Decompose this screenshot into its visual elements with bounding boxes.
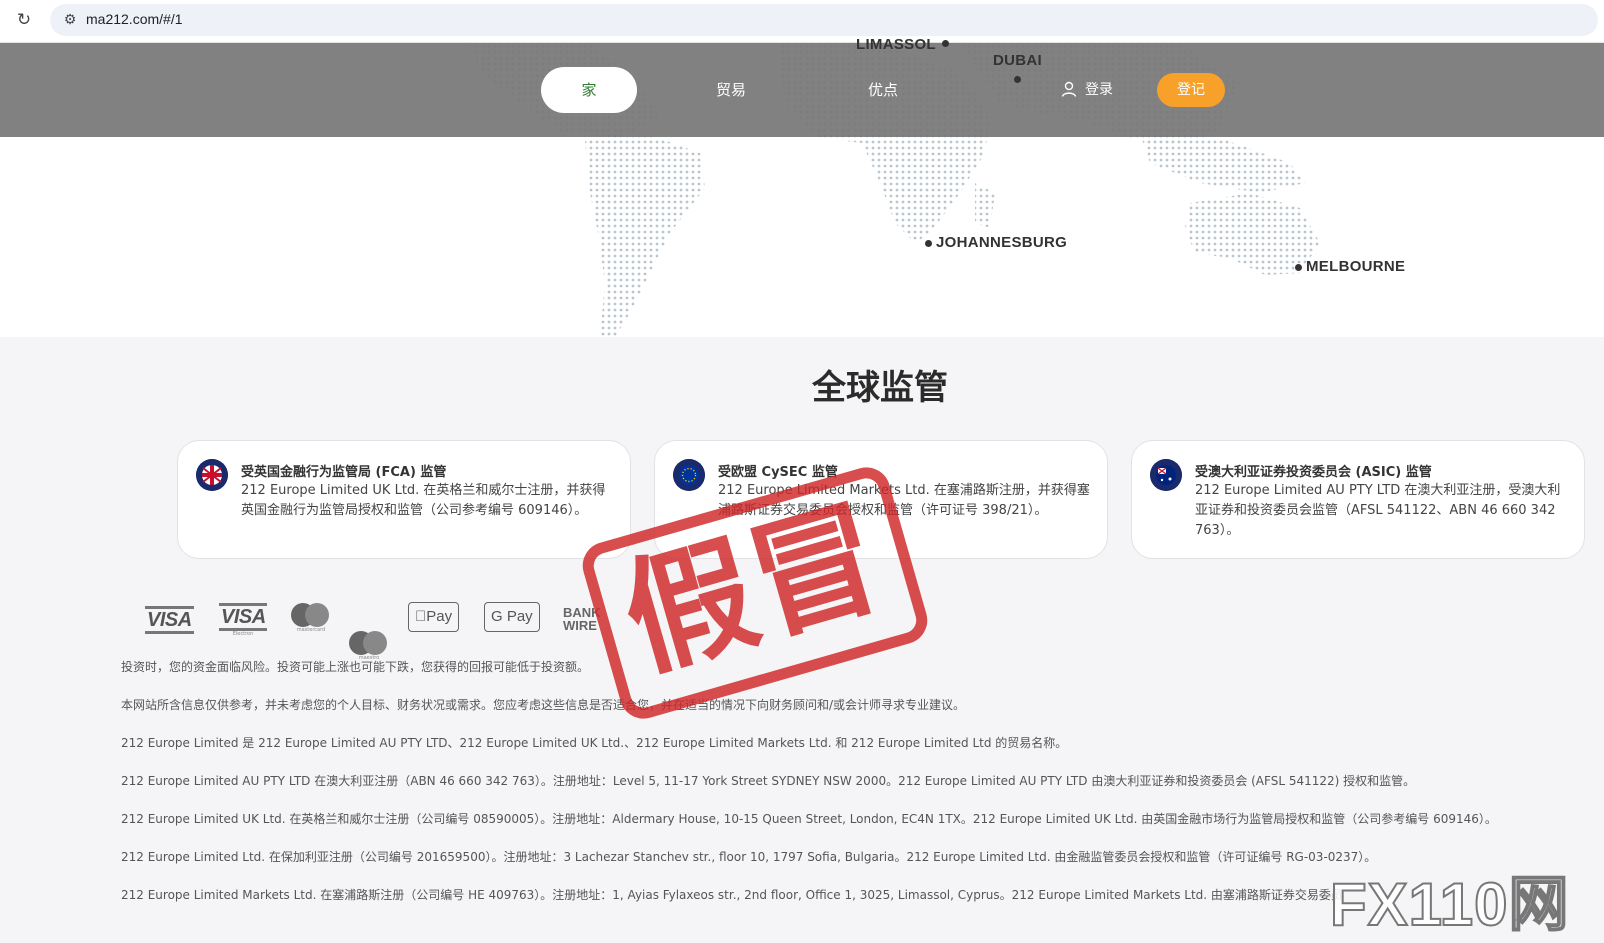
bank-wire-logo: BANK WIRE <box>563 606 601 638</box>
maestro-circle-right <box>363 631 387 655</box>
disclaimer-line: 212 Europe Limited Ltd. 在保加利亚注册（公司编号 201… <box>121 850 1377 864</box>
disclaimer-line: 本网站所含信息仅供参考，并未考虑您的个人目标、财务状况或需求。您应考虑这些信息是… <box>121 698 966 712</box>
au-flag-icon <box>1150 459 1182 491</box>
maestro-logo: maestro <box>349 631 389 661</box>
city-label-johannesburg: JOHANNESBURG <box>936 234 1068 251</box>
visa-electron-logo: VISA Electron <box>219 603 267 637</box>
card-title: 受澳大利亚证券投资委员会 (ASIC) 监管 <box>1195 465 1432 480</box>
regulation-card-asic: 受澳大利亚证券投资委员会 (ASIC) 监管 212 Europe Limite… <box>1131 440 1585 559</box>
login-label: 登录 <box>1085 82 1113 98</box>
browser-toolbar: ↻ ⚙ ma212.com/#/1 <box>0 0 1604 43</box>
regulation-card-fca: 受英国金融行为监管局 (FCA) 监管 212 Europe Limited U… <box>177 440 631 559</box>
apple-pay-logo: Pay <box>408 602 460 632</box>
visa-electron-text: VISA <box>219 603 267 631</box>
city-marker-limassol <box>942 40 949 47</box>
mastercard-logo: mastercard <box>291 603 331 633</box>
fx110-watermark: FX110网 <box>1329 870 1570 939</box>
user-icon <box>1061 81 1077 97</box>
city-label-dubai: DUBAI <box>993 52 1042 69</box>
site-info-icon[interactable]: ⚙ <box>60 10 80 30</box>
bank-wire-line2: WIRE <box>563 618 597 633</box>
city-label-melbourne: MELBOURNE <box>1306 258 1406 275</box>
city-marker-johannesburg <box>925 240 932 247</box>
url-text[interactable]: ma212.com/#/1 <box>86 11 183 27</box>
card-title: 受欧盟 CySEC 监管 <box>718 465 838 480</box>
reload-icon[interactable]: ↻ <box>14 10 34 30</box>
address-bar[interactable]: ⚙ ma212.com/#/1 <box>50 4 1598 36</box>
nav-advantages[interactable]: 优点 <box>868 67 898 113</box>
disclaimer-line: 212 Europe Limited UK Ltd. 在英格兰和威尔士注册（公司… <box>121 812 1497 826</box>
city-marker-melbourne <box>1295 264 1302 271</box>
apple-pay-label: Pay <box>415 608 452 625</box>
card-body: 212 Europe Limited Markets Ltd. 在塞浦路斯注册，… <box>718 483 1090 518</box>
section-title: 全球监管 <box>812 368 948 408</box>
disclaimer-line: 212 Europe Limited 是 212 Europe Limited … <box>121 736 1068 750</box>
card-body: 212 Europe Limited AU PTY LTD 在澳大利亚注册，受澳… <box>1195 483 1561 538</box>
visa-electron-sub: Electron <box>232 631 254 637</box>
apple-icon:  <box>415 608 426 625</box>
city-label-limassol: LIMASSOL <box>856 36 936 53</box>
login-link[interactable]: 登录 <box>1061 67 1113 113</box>
disclaimer-line: 212 Europe Limited Markets Ltd. 在塞浦路斯注册（… <box>121 888 1341 902</box>
uk-flag-icon <box>196 459 228 491</box>
card-body: 212 Europe Limited UK Ltd. 在英格兰和威尔士注册，并获… <box>241 483 606 518</box>
card-title: 受英国金融行为监管局 (FCA) 监管 <box>241 465 447 480</box>
nav-trade[interactable]: 贸易 <box>716 67 746 113</box>
mastercard-circle-right <box>305 603 329 627</box>
visa-logo: VISA <box>145 606 194 634</box>
eu-flag-icon <box>673 459 705 491</box>
register-button[interactable]: 登记 <box>1157 73 1225 107</box>
city-marker-dubai <box>1014 76 1021 83</box>
nav-home[interactable]: 家 <box>541 67 637 113</box>
top-nav: 家 贸易 优点 登录 登记 <box>0 43 1604 137</box>
google-pay-logo: G Pay <box>484 602 540 632</box>
disclaimer-line: 投资时，您的资金面临风险。投资可能上涨也可能下跌，您获得的回报可能低于投资额。 <box>121 660 590 674</box>
disclaimer-line: 212 Europe Limited AU PTY LTD 在澳大利亚注册（AB… <box>121 774 1416 788</box>
regulation-card-cysec: 受欧盟 CySEC 监管 212 Europe Limited Markets … <box>654 440 1108 559</box>
mastercard-label: mastercard <box>296 627 326 633</box>
